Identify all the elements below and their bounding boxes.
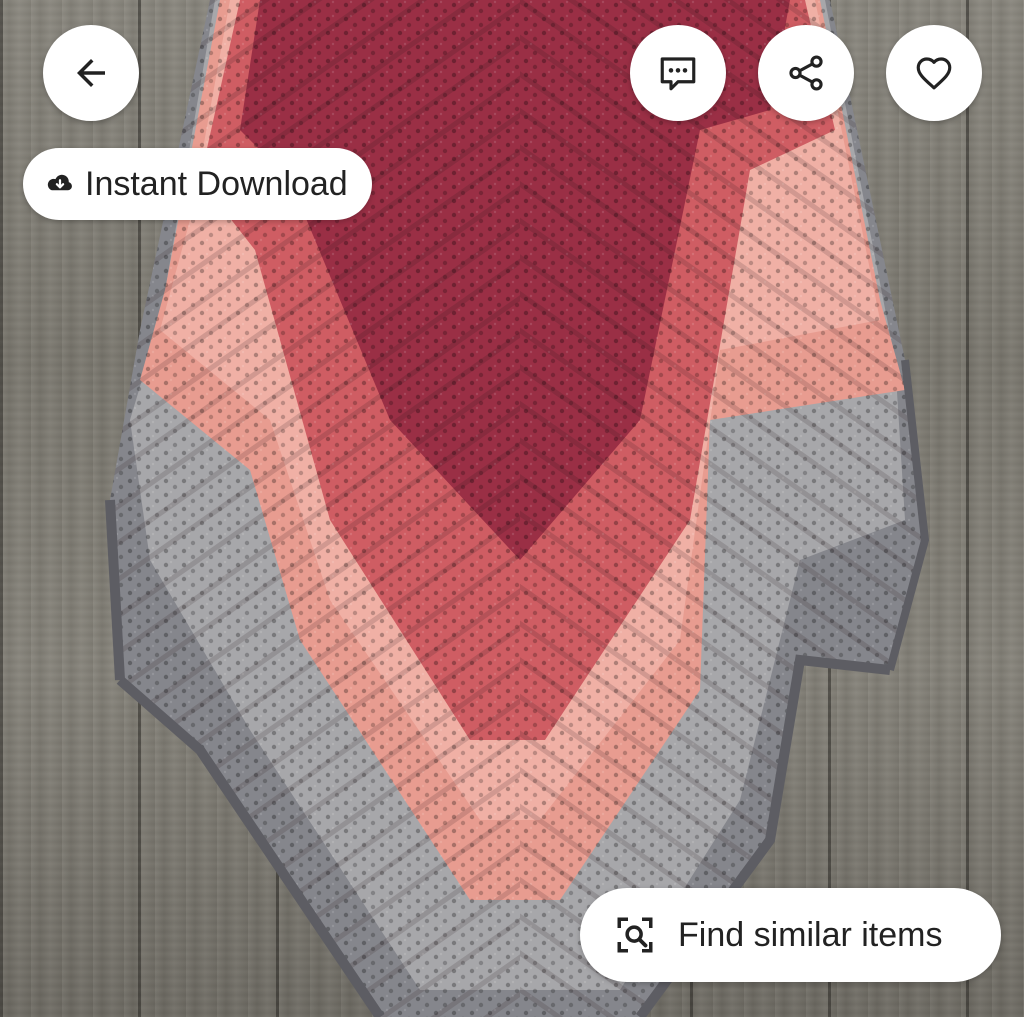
share-button[interactable] (758, 25, 854, 121)
message-seller-button[interactable] (630, 25, 726, 121)
cloud-download-icon (47, 174, 72, 191)
share-icon (789, 55, 823, 91)
visual-search-icon (617, 917, 653, 953)
find-similar-items-button[interactable]: Find similar items (580, 888, 1001, 982)
instant-download-label: Instant Download (85, 164, 348, 203)
arrow-left-icon (77, 59, 105, 87)
favorite-button[interactable] (886, 25, 982, 121)
find-similar-items-label: Find similar items (678, 915, 943, 954)
chat-bubble-icon (660, 57, 696, 91)
instant-download-badge: Instant Download (23, 148, 372, 220)
back-button[interactable] (43, 25, 139, 121)
heart-outline-icon (916, 57, 952, 90)
listing-image-viewer: Instant Download Find similar items (0, 0, 1024, 1017)
